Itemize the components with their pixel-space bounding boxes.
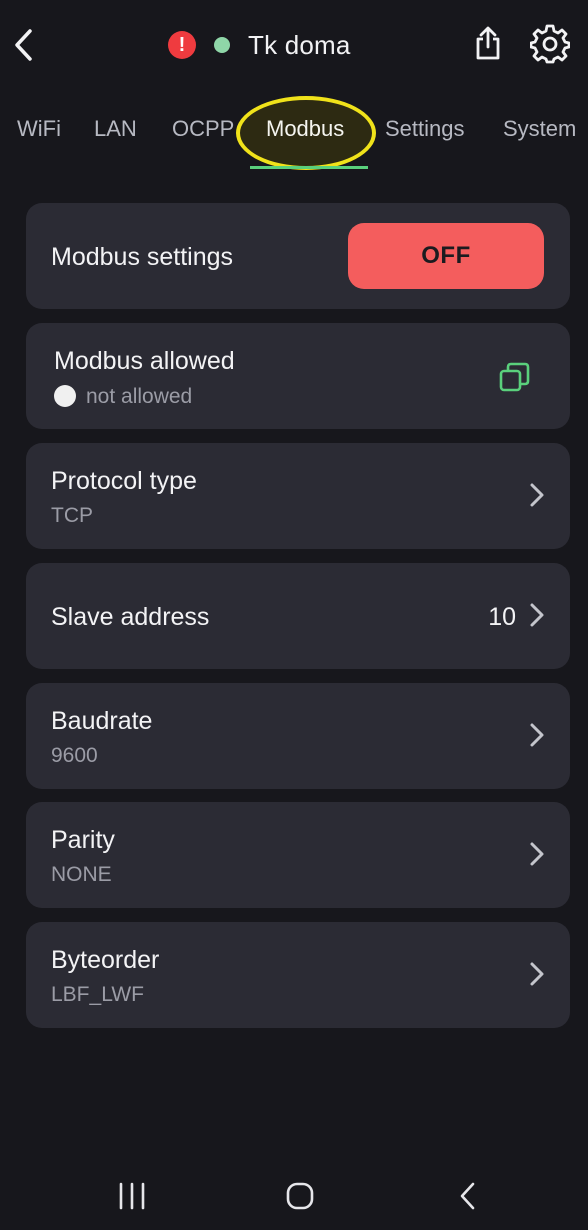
tab-ocpp[interactable]: OCPP — [172, 116, 234, 142]
recents-icon — [119, 1182, 145, 1210]
status-indicator-dot — [54, 385, 76, 407]
modbus-settings-label: Modbus settings — [51, 243, 234, 271]
baudrate-row[interactable]: Baudrate 9600 — [26, 683, 570, 789]
modbus-allowed-status: not allowed — [54, 385, 192, 409]
parity-row[interactable]: Parity NONE — [26, 802, 570, 908]
modbus-allowed-label: Modbus allowed — [54, 347, 235, 375]
modbus-allowed-card: Modbus allowed not allowed — [26, 323, 570, 429]
back-button[interactable] — [8, 26, 38, 64]
back-icon — [460, 1182, 475, 1210]
recents-button[interactable] — [112, 1176, 152, 1216]
slave-address-row[interactable]: Slave address 10 — [26, 563, 570, 669]
byteorder-label: Byteorder — [51, 946, 160, 974]
chevron-right-icon — [528, 481, 546, 509]
slave-address-value: 10 — [488, 603, 516, 631]
chevron-right-icon — [528, 601, 546, 629]
page-title: Tk doma — [248, 29, 351, 60]
modbus-toggle-button[interactable]: OFF — [348, 223, 544, 289]
tab-lan[interactable]: LAN — [94, 116, 137, 142]
screen: { "header": { "title": "Tk doma", "alert… — [0, 0, 588, 1230]
chevron-left-icon — [15, 29, 32, 61]
title-group: ! Tk doma — [168, 28, 351, 62]
nav-back-button[interactable] — [448, 1176, 488, 1216]
tab-system[interactable]: System — [503, 116, 576, 142]
parity-label: Parity — [51, 826, 115, 854]
modbus-allowed-status-text: not allowed — [86, 385, 193, 408]
tab-wifi[interactable]: WiFi — [17, 116, 61, 142]
share-button[interactable] — [470, 22, 506, 64]
home-icon — [286, 1182, 314, 1210]
baudrate-value: 9600 — [51, 744, 98, 767]
chevron-right-icon — [528, 960, 546, 988]
baudrate-label: Baudrate — [51, 707, 153, 735]
byteorder-value: LBF_LWF — [51, 983, 144, 1006]
modbus-settings-card: Modbus settings OFF — [26, 203, 570, 309]
settings-button[interactable] — [528, 22, 572, 66]
slave-address-label: Slave address — [51, 603, 210, 631]
chevron-right-icon — [528, 840, 546, 868]
parity-value: NONE — [51, 863, 112, 886]
app-header: ! Tk doma — [0, 0, 588, 90]
tab-settings[interactable]: Settings — [385, 116, 465, 142]
tab-bar: WiFi LAN OCPP Modbus Settings System — [0, 104, 588, 174]
share-icon — [476, 26, 500, 60]
gear-icon — [530, 24, 570, 64]
alert-symbol: ! — [178, 33, 186, 56]
online-status-dot — [214, 37, 230, 53]
chevron-right-icon — [528, 721, 546, 749]
system-nav-bar — [0, 1160, 588, 1230]
protocol-type-row[interactable]: Protocol type TCP — [26, 443, 570, 549]
protocol-type-label: Protocol type — [51, 467, 197, 495]
home-button[interactable] — [280, 1176, 320, 1216]
byteorder-row[interactable]: Byteorder LBF_LWF — [26, 922, 570, 1028]
alert-icon[interactable]: ! — [168, 31, 196, 59]
active-tab-indicator — [250, 166, 368, 169]
protocol-type-value: TCP — [51, 504, 93, 527]
tab-modbus[interactable]: Modbus — [266, 116, 344, 142]
copy-icon[interactable] — [498, 361, 532, 395]
